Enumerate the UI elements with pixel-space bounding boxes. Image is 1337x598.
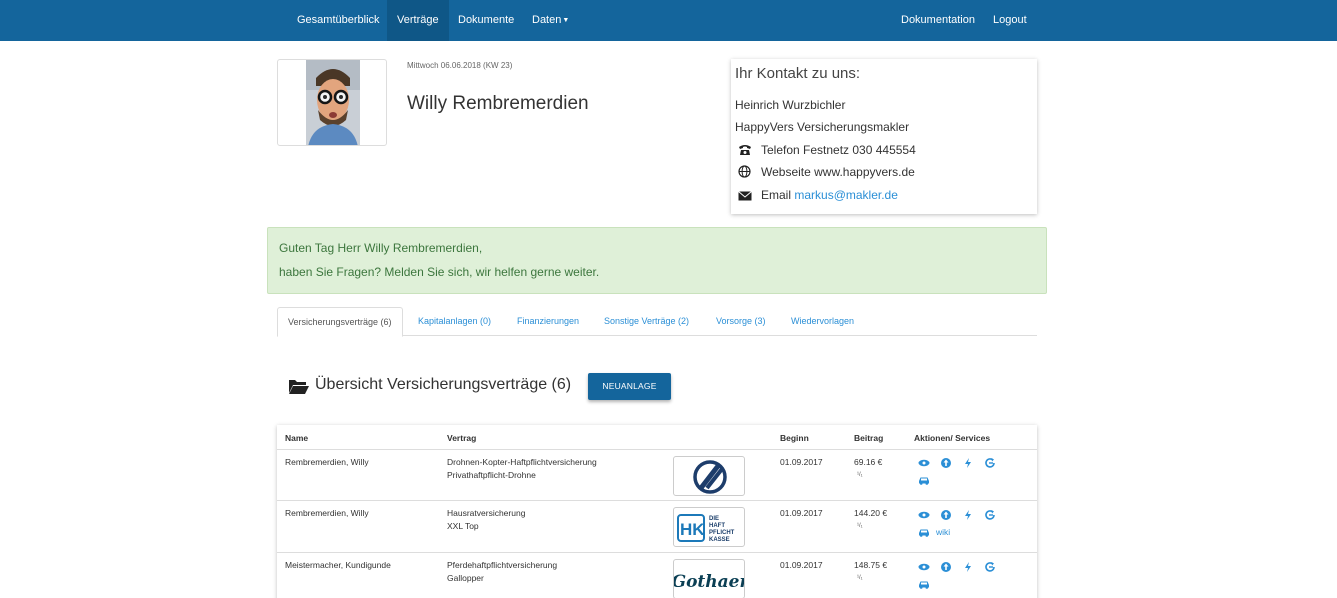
nav-dokumente[interactable]: Dokumente <box>448 0 524 41</box>
tab-vorsorge[interactable]: Vorsorge (3) <box>706 307 776 336</box>
greeting-alert: Guten Tag Herr Willy Rembremerdien, habe… <box>267 227 1047 294</box>
table-row: Meistermacher, Kundigunde Pferdehaftpfli… <box>277 552 1037 598</box>
row-start-date: 01.09.2017 <box>780 560 823 570</box>
eye-icon[interactable] <box>918 509 930 521</box>
column-header-fee[interactable]: Beitrag <box>854 433 883 443</box>
nav-daten-label: Daten <box>532 14 562 26</box>
phone-icon <box>738 144 754 159</box>
nav-daten-dropdown[interactable]: Daten▼ <box>522 0 579 41</box>
eye-icon[interactable] <box>918 561 930 573</box>
row-payment-period: ¹/₁ <box>857 472 863 478</box>
hk-logo-sub1: DIE <box>709 516 719 522</box>
tab-wiedervorlagen[interactable]: Wiedervorlagen <box>781 307 864 336</box>
lightning-icon[interactable] <box>962 561 974 573</box>
contact-title: Ihr Kontakt zu uns: <box>735 65 861 82</box>
folder-open-icon <box>288 377 310 395</box>
hk-logo-sub2: HAFT <box>709 523 725 529</box>
wiki-link[interactable]: wiki <box>936 527 950 537</box>
row-fee: 148.75 € <box>854 560 888 570</box>
row-payment-period: ¹/₁ <box>857 523 863 529</box>
contact-panel: Ihr Kontakt zu uns: Heinrich Wurzbichler… <box>731 59 1037 214</box>
refresh-icon[interactable] <box>984 509 996 521</box>
column-header-contract[interactable]: Vertrag <box>447 433 476 443</box>
contact-person: Heinrich Wurzbichler <box>735 98 846 112</box>
top-navbar: Gesamtüberblick Verträge Dokumente Daten… <box>0 0 1337 41</box>
table-row: Rembremerdien, Willy Drohnen-Kopter-Haft… <box>277 449 1037 501</box>
hk-logo: HK DIE HAFT PFLICHT KASSE <box>673 507 745 547</box>
tab-kapitalanlagen[interactable]: Kapitalanlagen (0) <box>408 307 501 336</box>
circle-slash-logo <box>673 456 745 496</box>
greeting-line-2: haben Sie Fragen? Melden Sie sich, wir h… <box>279 265 600 279</box>
tab-finanzierungen[interactable]: Finanzierungen <box>507 307 589 336</box>
row-payment-period: ¹/₁ <box>857 575 863 581</box>
upload-icon[interactable] <box>940 457 952 469</box>
tab-versicherungsvertraege[interactable]: Versicherungsverträge (6) <box>277 307 403 337</box>
upload-icon[interactable] <box>940 561 952 573</box>
row-tariff: XXL Top <box>447 521 479 531</box>
refresh-icon[interactable] <box>984 457 996 469</box>
hk-logo-sub3: PFLICHT <box>709 530 735 536</box>
column-header-actions: Aktionen/ Services <box>914 433 991 443</box>
customer-name: Willy Rembremerdien <box>407 93 589 114</box>
nav-vertraege[interactable]: Verträge <box>387 0 449 41</box>
contact-website[interactable]: Webseite www.happyvers.de <box>761 165 915 179</box>
column-header-name[interactable]: Name <box>285 433 308 443</box>
row-customer-name: Rembremerdien, Willy <box>285 508 369 518</box>
eye-icon[interactable] <box>918 457 930 469</box>
row-customer-name: Rembremerdien, Willy <box>285 457 369 467</box>
envelope-icon <box>738 190 754 204</box>
row-contract-type: Drohnen-Kopter-Haftpflichtversicherung <box>447 457 597 467</box>
contract-tabs: Versicherungsverträge (6) Kapitalanlagen… <box>277 307 1037 337</box>
row-contract-type: Hausratversicherung <box>447 508 526 518</box>
table-row: Rembremerdien, Willy Hausratversicherung… <box>277 500 1037 552</box>
hk-logo-sub4: KASSE <box>709 537 730 543</box>
avatar <box>277 59 387 146</box>
row-tariff: Privathaftpflicht-Drohne <box>447 470 536 480</box>
greeting-line-1: Guten Tag Herr Willy Rembremerdien, <box>279 241 483 255</box>
row-fee: 144.20 € <box>854 508 888 518</box>
upload-icon[interactable] <box>940 509 952 521</box>
globe-icon <box>738 165 754 181</box>
lightning-icon[interactable] <box>962 457 974 469</box>
car-icon[interactable] <box>918 474 930 486</box>
contact-company: HappyVers Versicherungsmakler <box>735 120 910 134</box>
row-customer-name: Meistermacher, Kundigunde <box>285 560 391 570</box>
contact-email-link[interactable]: markus@makler.de <box>794 188 898 202</box>
section-title: Übersicht Versicherungsverträge (6) <box>315 376 572 393</box>
caret-down-icon: ▼ <box>562 17 570 24</box>
car-icon[interactable] <box>918 578 930 590</box>
row-start-date: 01.09.2017 <box>780 457 823 467</box>
contact-email-label: Email <box>761 188 792 202</box>
lightning-icon[interactable] <box>962 509 974 521</box>
contact-phone: Telefon Festnetz 030 445554 <box>761 143 916 157</box>
row-fee: 69.16 € <box>854 457 883 467</box>
new-contract-button[interactable]: NEUANLAGE <box>588 373 671 400</box>
contracts-table: Name Vertrag Beginn Beitrag Aktionen/ Se… <box>277 425 1037 598</box>
column-header-start[interactable]: Beginn <box>780 433 809 443</box>
row-tariff: Gallopper <box>447 573 484 583</box>
row-contract-type: Pferdehaftpflichtversicherung <box>447 560 558 570</box>
hk-logo-text: HK <box>680 520 705 539</box>
nav-logout[interactable]: Logout <box>983 0 1037 41</box>
gothaer-logo-text: Gothaer <box>674 572 745 592</box>
nav-gesamtueberblick[interactable]: Gesamtüberblick <box>287 0 390 41</box>
refresh-icon[interactable] <box>984 561 996 573</box>
contact-website-row: Webseite www.happyvers.de <box>735 165 915 181</box>
contact-phone-row: Telefon Festnetz 030 445554 <box>735 143 916 159</box>
contact-email-row: Email markus@makler.de <box>735 188 898 204</box>
nav-dokumentation[interactable]: Dokumentation <box>891 0 985 41</box>
avatar-photo-icon <box>306 60 360 145</box>
tab-sonstige-vertraege[interactable]: Sonstige Verträge (2) <box>594 307 699 336</box>
row-start-date: 01.09.2017 <box>780 508 823 518</box>
current-date: Mittwoch 06.06.2018 (KW 23) <box>407 61 513 70</box>
car-icon[interactable] <box>918 526 930 538</box>
gothaer-logo: Gothaer <box>673 559 745 598</box>
